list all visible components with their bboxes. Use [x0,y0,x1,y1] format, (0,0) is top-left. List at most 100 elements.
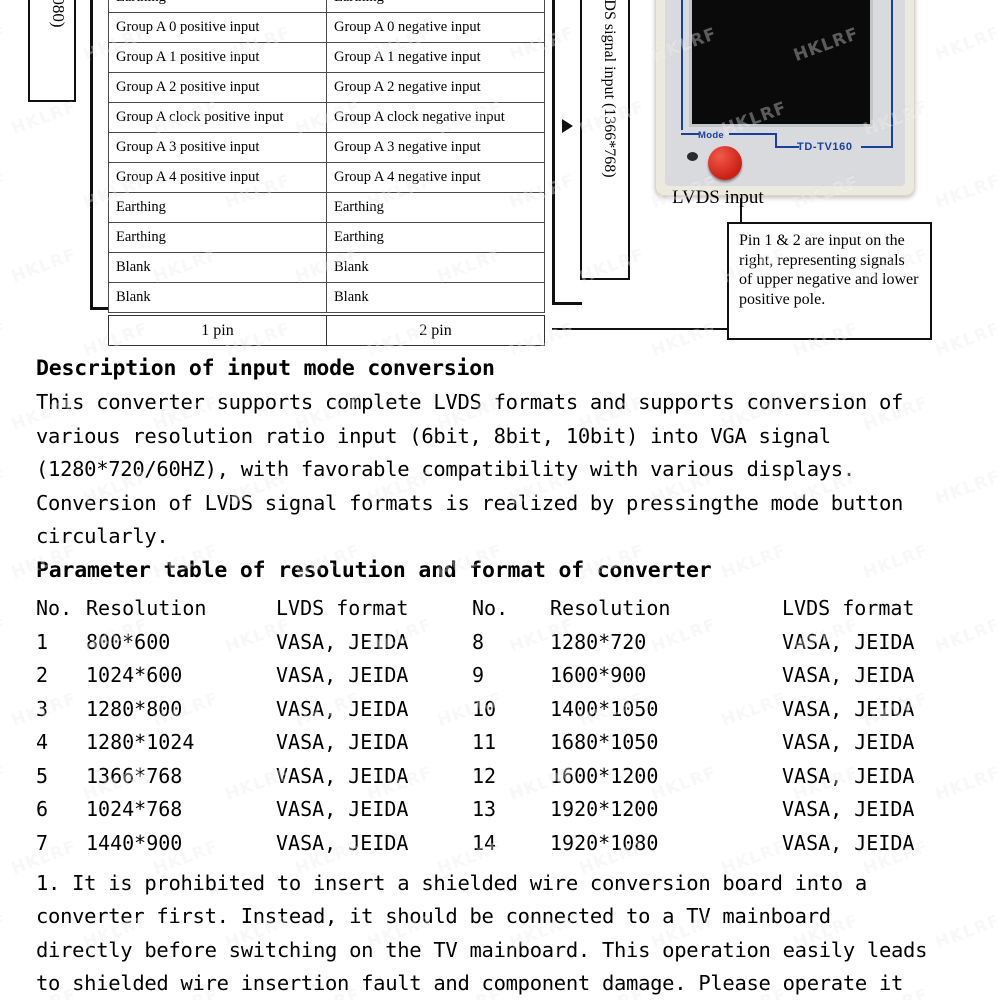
table-row: 7 1440*900 VASA, JEIDA 14 1920*1080 VASA, JEI… [36,826,914,860]
paragraph-line: directly before switching on the TV main… [36,937,928,962]
pinout-table-body: EarthingEarthingGroup A 0 positive input… [108,0,545,313]
cell-res-right: 1920*1200 [550,797,659,822]
connector-arrow-icon [562,119,573,133]
cell-fmt-left: VASA, JEIDA [276,797,409,822]
cell-no-right: 13 [472,797,497,822]
table-row: 6 1024*768 VASA, JEIDA 13 1920*1200 VASA, JEI… [36,793,914,827]
pin1-cell: Blank [108,282,327,313]
cell-res-right: 1920*1080 [550,830,659,855]
heading-parameter-table: Parameter table of resolution and format… [36,557,712,583]
pin1-cell: Blank [108,252,327,283]
cell-res-left: 1280*1024 [86,730,195,755]
header-no-left: No. [36,596,73,621]
cell-no-right: 11 [472,730,497,755]
table-row: Group A 4 positive input Group A 4 negati… [108,162,545,193]
cell-res-right: 1600*900 [550,663,647,688]
cell-fmt-left: VASA, JEIDA [276,663,409,688]
table-row: 2 1024*600 VASA, JEIDA 9 1600*900 VASA, JEIDA [36,659,914,693]
pin1-cell: Group A 4 positive input [108,162,327,193]
cell-res-right: 1600*1200 [550,763,659,788]
cell-fmt-right: VASA, JEIDA [782,730,915,755]
lvds-connector-horiz [552,328,742,330]
table-row: 1 800*600 VASA, JEIDA 8 1280*720 VASA, JEIDA [36,625,914,659]
cell-no-left: 2 [36,663,49,688]
table-row: Group A 0 positive input Group A 0 negati… [108,12,545,43]
pin-footer-col2: 2 pin [326,315,545,346]
paragraph-line: This converter supports complete LVDS fo… [36,390,904,414]
cell-fmt-left: VASA, JEIDA [276,730,409,755]
header-fmt-right: LVDS format [782,596,915,621]
pin1-cell: Group A 3 positive input [108,132,327,163]
cell-fmt-left: VASA, JEIDA [276,830,409,855]
body-text-area: Description of input mode conversion Thi… [0,352,1000,1000]
header-fmt-left: LVDS format [276,596,409,621]
cell-no-right: 10 [472,696,497,721]
lvds-input-label: LVDS input [672,187,764,208]
table-row: EarthingEarthing [108,192,545,223]
callout-line-model-horiz2 [861,146,893,148]
callout-line-mode2 [729,133,777,135]
device-model-label: TD-TV160 [797,141,853,153]
pin1-cell: Earthing [108,0,327,13]
cell-res-left: 1366*768 [86,763,183,788]
callout-line-model-vert [891,0,893,146]
pin2-cell: Group A 0 negative input [326,12,545,43]
table-row: 4 1280*1024 VASA, JEIDA 11 1680*1050 VASA, JE… [36,726,914,760]
pin2-cell: Earthing [326,0,545,13]
bracket-left-vert [90,0,93,310]
pin1-cell: Earthing [108,192,327,223]
cell-fmt-left: VASA, JEIDA [276,763,409,788]
paragraph-line: 1. It is prohibited to insert a shielded… [36,870,867,895]
right-lvds-label-text: Single-group LVDS signal input (1366*768… [601,0,618,178]
cell-no-right: 8 [472,629,485,654]
cell-res-right: 1680*1050 [550,730,659,755]
cell-fmt-right: VASA, JEIDA [782,696,915,721]
pin1-cell: Earthing [108,222,327,253]
diagram-area: output (1920*1080) EarthingEarthingGroup… [0,0,1000,352]
cell-res-left: 1024*600 [86,663,183,688]
pin2-cell: Earthing [326,192,545,223]
cell-res-left: 1440*900 [86,830,183,855]
mode-button[interactable] [708,146,742,180]
callout-line-mode3 [775,133,777,147]
parameter-table-header-row: No. Resolution LVDS format No. Resolutio… [36,592,914,626]
cell-no-left: 1 [36,629,49,654]
cell-no-left: 3 [36,696,49,721]
table-row: EarthingEarthing [108,222,545,253]
cell-fmt-right: VASA, JEIDA [782,763,915,788]
paragraph-line: converter first. Instead, it should be c… [36,904,831,928]
header-res-right: Resolution [550,596,671,621]
cell-res-left: 1024*768 [86,797,183,822]
cell-no-right: 12 [472,763,497,788]
header-res-left: Resolution [86,596,207,621]
cell-no-left: 6 [36,797,49,822]
mode-label: Mode [698,130,725,141]
cell-fmt-right: VASA, JEIDA [782,629,915,654]
pin2-cell: Blank [326,282,545,313]
cell-no-left: 7 [36,830,49,855]
cell-fmt-left: VASA, JEIDA [276,696,409,721]
pin2-cell: Group A 3 negative input [326,132,545,163]
table-row: EarthingEarthing [108,0,545,13]
table-row: Group A 3 positive input Group A 3 negati… [108,132,545,163]
pin2-cell: Group A 4 negative input [326,162,545,193]
cell-fmt-right: VASA, JEIDA [782,830,915,855]
connector-vert-right [552,0,555,305]
paragraph-warning: 1. It is prohibited to insert a shielded… [0,867,1000,1000]
cell-no-right: 14 [472,830,497,855]
table-row: 1 pin 2 pin [108,315,545,346]
parameter-table: No. Resolution LVDS format No. Resolutio… [36,592,914,860]
cell-no-left: 4 [36,730,49,755]
pin2-cell: Earthing [326,222,545,253]
connector-bottom-right [552,302,582,305]
cell-fmt-left: VASA, JEIDA [276,629,409,654]
pin-footer-col1: 1 pin [108,315,327,346]
cell-res-left: 1280*800 [86,696,183,721]
pinout-table: EarthingEarthingGroup A 0 positive input… [108,0,545,313]
cell-no-left: 5 [36,763,49,788]
paragraph-line: circularly. [36,524,169,548]
heading-input-mode-conversion: Description of input mode conversion [36,356,495,381]
table-row: Blank Blank [108,252,545,283]
pin2-cell: Group A clock negative input [326,102,545,133]
cell-fmt-right: VASA, JEIDA [782,663,915,688]
